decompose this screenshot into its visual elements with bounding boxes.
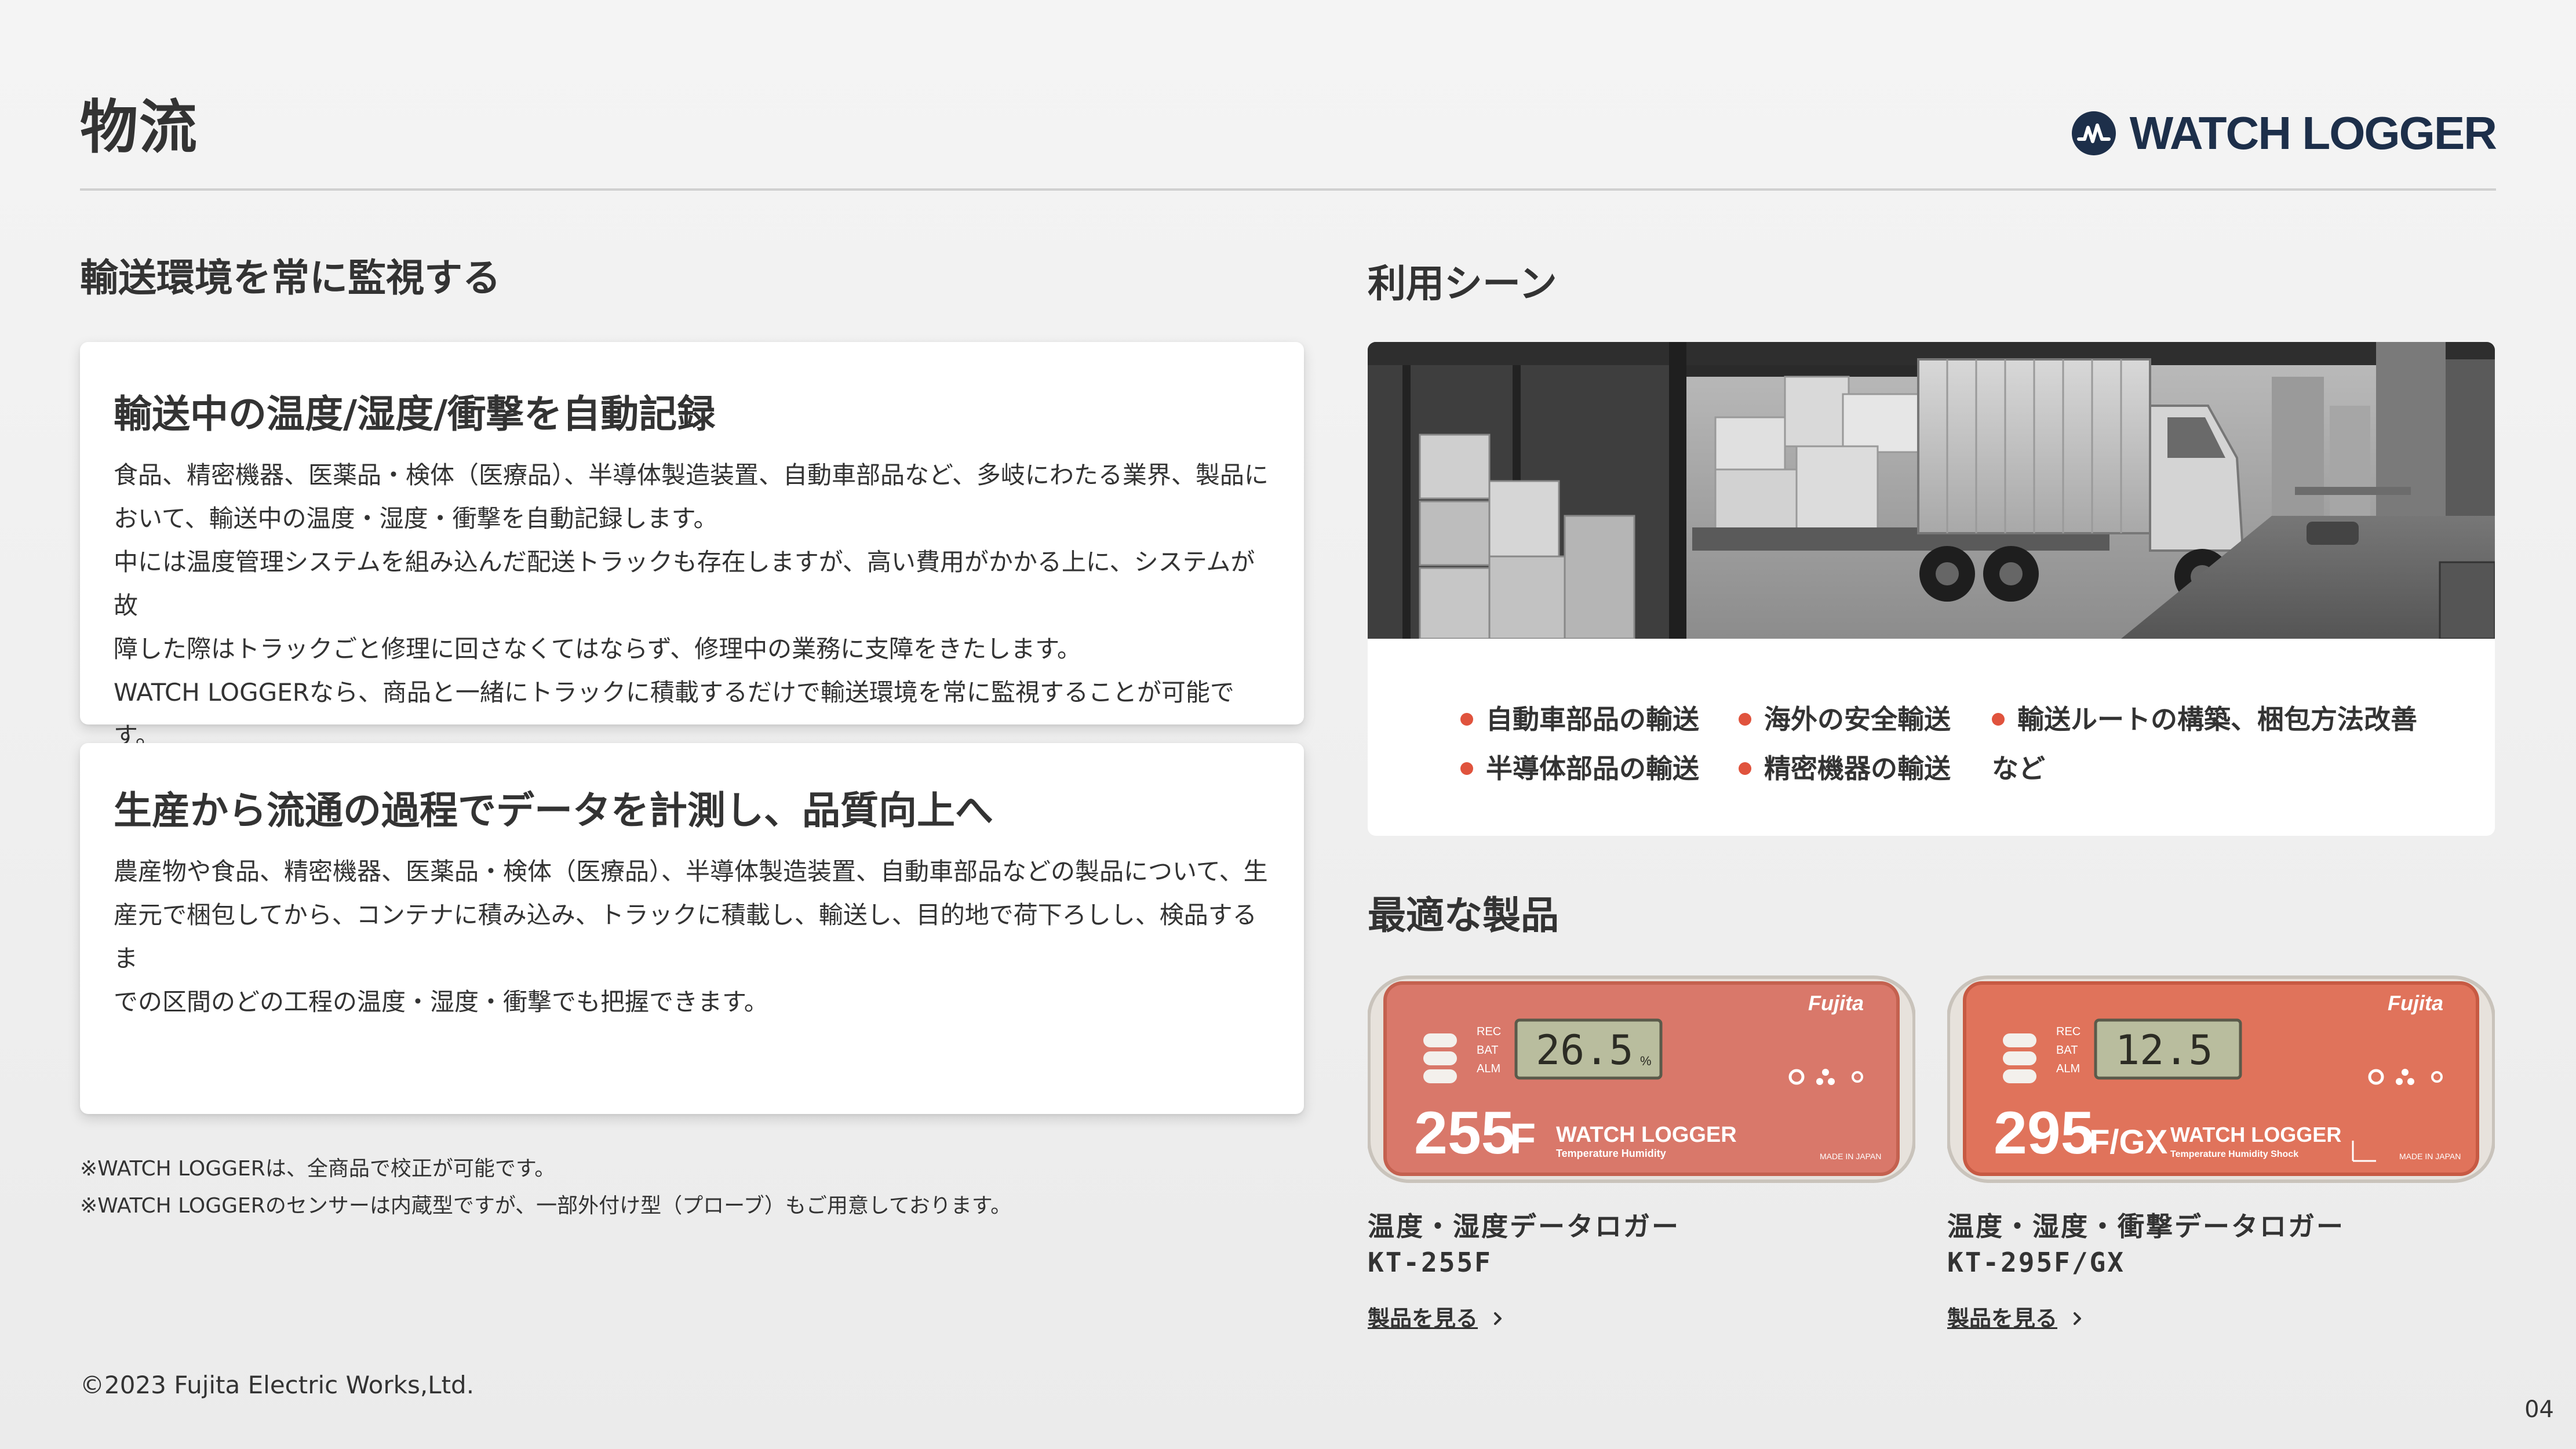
scene-item-label: 精密機器の輸送: [1764, 753, 1951, 784]
product-model: KT-295F/GX: [1947, 1247, 2125, 1278]
model-number: 295: [1994, 1100, 2094, 1167]
body-line: 農産物や食品、精密機器、医薬品・検体（医療品）、半導体製造装置、自動車部品などの…: [114, 857, 1268, 886]
scene-item-label: 自動車部品の輸送: [1486, 704, 1699, 735]
body-line: での区間のどの工程の温度・湿度・衝撃でも把握できます。: [114, 988, 768, 1016]
sensor-note: ※WATCH LOGGERのセンサーは内蔵型ですが、一部外付け型（プローブ）もご…: [80, 1194, 1012, 1218]
calibration-note: ※WATCH LOGGERは、全商品で校正が可能です。: [80, 1157, 556, 1181]
scene-item-label: 輸送ルートの構築、梱包方法改善: [2017, 704, 2417, 735]
scene-item-label: 海外の安全輸送: [1764, 704, 1951, 735]
led-label: ALM: [2056, 1062, 2080, 1075]
scene-item: 自動車部品の輸送: [1460, 701, 1699, 737]
device-brand: WATCH LOGGER: [2170, 1123, 2341, 1146]
product-model: KT-255F: [1368, 1247, 1492, 1278]
usage-scenes-heading: 利用シーン: [1368, 261, 1557, 306]
device-subtitle: Temperature Humidity: [1556, 1148, 1666, 1159]
copyright: ©2023 Fujita Electric Works,Ltd.: [80, 1371, 475, 1399]
auto-record-card-title: 輸送中の温度/湿度/衝撃を自動記録: [114, 392, 716, 436]
kt255f-device-image[interactable]: REC BAT ALM 26.5 % Fujita 255 F WATCH LO…: [1367, 973, 1916, 1184]
model-suffix: F: [1510, 1115, 1536, 1163]
led-label: ALM: [1477, 1062, 1500, 1075]
kt295fgx-device-image[interactable]: REC BAT ALM 12.5 Fujita 295 F/GX WATCH L…: [1947, 973, 2495, 1184]
device-subtitle: Temperature Humidity Shock: [2170, 1149, 2298, 1159]
made-in-japan: MADE IN JAPAN: [2399, 1152, 2461, 1161]
lcd-reading: 26.5: [1536, 1026, 1634, 1074]
bullet-dot-icon: [1460, 762, 1473, 775]
quality-card-title: 生産から流通の過程でデータを計測し、品質向上へ: [114, 788, 993, 833]
monitoring-heading: 輸送環境を常に監視する: [80, 256, 501, 300]
led-label: REC: [1477, 1025, 1501, 1038]
model-number: 255: [1414, 1100, 1515, 1167]
scene-item: 精密機器の輸送: [1739, 751, 1951, 787]
product-name: 温度・湿度データロガー: [1368, 1211, 1680, 1242]
chevron-right-icon: [1494, 1312, 1502, 1325]
device-brand: WATCH LOGGER: [1556, 1123, 1737, 1147]
body-line: 産元で梱包してから、コンテナに積み込み、トラックに積載し、輸送し、目的地で荷下ろ…: [114, 901, 1257, 973]
scene-item: 輸送ルートの構築、梱包方法改善: [1992, 701, 2417, 737]
product-name: 温度・湿度・衝撃データロガー: [1947, 1211, 2345, 1242]
quality-card-body: 農産物や食品、精密機器、医薬品・検体（医療品）、半導体製造装置、自動車部品などの…: [114, 850, 1270, 1024]
view-product-link-kt295fgx[interactable]: 製品を見る: [1947, 1304, 2495, 1334]
chevron-right-icon: [2074, 1312, 2082, 1325]
view-product-label[interactable]: 製品を見る: [1947, 1304, 2057, 1334]
quality-card: 生産から流通の過程でデータを計測し、品質向上へ 農産物や食品、精密機器、医薬品・…: [80, 743, 1304, 1114]
lcd-reading: 12.5: [2115, 1026, 2213, 1074]
scene-item-label: 半導体部品の輸送: [1486, 753, 1699, 784]
logo-mark-icon: [2071, 111, 2116, 155]
lcd-unit: %: [1640, 1054, 1652, 1068]
view-product-label[interactable]: 製品を見る: [1368, 1304, 1478, 1334]
led-label: BAT: [1477, 1044, 1498, 1057]
watch-logger-logo: WATCH LOGGER: [2071, 107, 2497, 159]
body-line: 食品、精密機器、医薬品・検体（医療品）、半導体製造装置、自動車部品など、多岐にわ…: [114, 461, 1269, 489]
bullet-dot-icon: [1739, 762, 1751, 775]
logistics-truck-photo: [1368, 342, 2495, 639]
header-divider: [80, 188, 2496, 191]
auto-record-card: 輸送中の温度/湿度/衝撃を自動記録 食品、精密機器、医薬品・検体（医療品）、半導…: [80, 342, 1304, 750]
product-card-kt295fgx: REC BAT ALM 12.5 Fujita 295 F/GX WATCH L…: [1947, 973, 2495, 1334]
page-title: 物流: [80, 93, 198, 161]
body-line: 中には温度管理システムを組み込んだ配送トラックも存在しますが、高い費用がかかる上…: [114, 548, 1255, 620]
body-line: 障した際はトラックごと修理に回さなくてはならず、修理中の業務に支障をきたします。: [114, 635, 1081, 663]
logo-text: WATCH LOGGER: [2129, 107, 2497, 159]
fujita-brand: Fujita: [2388, 991, 2443, 1015]
auto-record-card-body: 食品、精密機器、医薬品・検体（医療品）、半導体製造装置、自動車部品など、多岐にわ…: [114, 453, 1270, 758]
bullet-dot-icon: [1992, 713, 2005, 726]
bullet-dot-icon: [1460, 713, 1473, 726]
bullet-dot-icon: [1739, 713, 1751, 726]
page-number: 04: [2524, 1396, 2554, 1423]
usage-scenes-box: 自動車部品の輸送 海外の安全輸送 輸送ルートの構築、梱包方法改善 半導体部品の輸…: [1368, 342, 2495, 836]
led-label: BAT: [2056, 1044, 2078, 1057]
fujita-brand: Fujita: [1808, 991, 1864, 1015]
model-suffix: F/GX: [2089, 1123, 2168, 1161]
made-in-japan: MADE IN JAPAN: [1820, 1152, 1881, 1161]
products-heading: 最適な製品: [1368, 893, 1559, 938]
scene-item: 半導体部品の輸送: [1460, 751, 1699, 787]
scene-etc: など: [1992, 753, 2045, 784]
led-label: REC: [2056, 1025, 2081, 1038]
view-product-link-kt255f[interactable]: 製品を見る: [1368, 1304, 1915, 1334]
scene-item: 海外の安全輸送: [1739, 701, 1951, 737]
product-card-kt255f: REC BAT ALM 26.5 % Fujita 255 F WATCH LO…: [1367, 973, 1916, 1334]
notes: ※WATCH LOGGERは、全商品で校正が可能です。 ※WATCH LOGGE…: [80, 1151, 1011, 1225]
body-line: おいて、輸送中の温度・湿度・衝撃を自動記録します。: [114, 504, 718, 533]
